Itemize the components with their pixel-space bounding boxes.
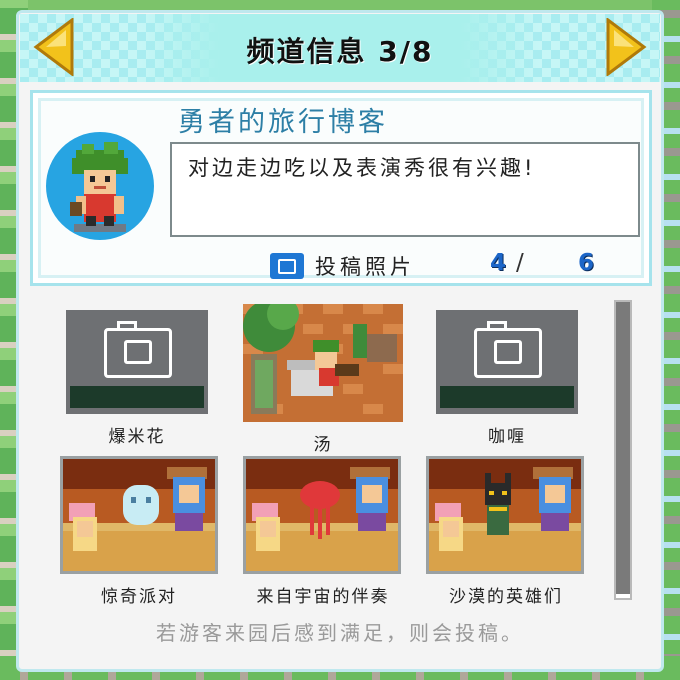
description-box: 对边走边吃以及表演秀很有兴趣! [170,142,640,237]
photo-thumbnail-locked [66,310,208,414]
photo-caption: 咖喱 [488,427,526,447]
photo-thumbnail [243,456,401,574]
posts-count: 4 [490,250,507,276]
photo-caption: 汤 [313,435,333,455]
photo-thumbnail-locked [436,310,578,414]
hero-avatar-icon [70,142,128,232]
soup-photo-icon [243,304,403,422]
channel-name: 勇者的旅行博客 [178,107,388,138]
arrow-left-icon [33,18,74,76]
photo-item[interactable]: 汤 [243,304,403,455]
footer-hint: 若游客来园后感到满足，则会投稿。 [156,621,524,645]
channel-description: 对边走边吃以及表演秀很有兴趣! [188,156,536,180]
scrollbar-thumb[interactable] [616,302,630,594]
photo-caption: 爆米花 [108,427,166,447]
photo-thumbnail [60,456,218,574]
photo-thumbnail [243,304,403,422]
photo-item[interactable]: 来自宇宙的伴奏 [243,456,403,607]
photo-caption: 惊奇派对 [101,587,177,607]
desert-photo-icon [429,459,581,571]
posts-total: 6 [578,250,595,276]
camera-icon [270,253,304,279]
header-bar: 频道信息 3/8 [20,14,660,82]
page-title: 频道信息 3/8 [246,35,434,68]
photo-item[interactable]: 惊奇派对 [60,456,218,607]
cosmic-photo-icon [246,459,398,571]
photo-item[interactable]: 咖喱 [436,310,578,450]
next-channel-button[interactable] [604,18,648,76]
camera-placeholder-icon [104,321,172,378]
photo-thumbnail [426,456,584,574]
photo-caption: 来自宇宙的伴奏 [256,587,390,607]
party-photo-icon [63,459,215,571]
photo-caption: 沙漠的英雄们 [449,587,563,607]
arrow-right-icon [606,18,647,76]
thumbnail-band [70,386,204,408]
previous-channel-button[interactable] [32,18,76,76]
camera-placeholder-icon [474,321,542,378]
posts-separator: / [516,250,524,276]
photo-grid: 爆米花 汤 咖喱 惊奇派对 来自宇宙的伴奏 沙漠的英雄们 [38,296,610,607]
posts-label: 投稿照片 [315,255,415,279]
photo-item[interactable]: 爆米花 [66,310,208,450]
thumbnail-band [440,386,574,408]
photo-item[interactable]: 沙漠的英雄们 [426,456,586,607]
avatar [46,132,154,240]
